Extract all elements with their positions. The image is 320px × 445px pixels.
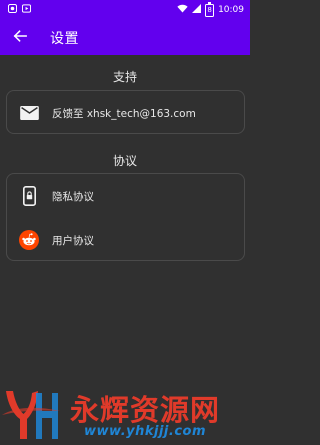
status-bar: 8 10:09 [0, 0, 250, 20]
phone-lock-icon [19, 186, 39, 206]
status-right-icons: 8 10:09 [177, 1, 244, 17]
arrow-left-icon [13, 28, 27, 47]
wifi-icon [177, 4, 188, 16]
mail-icon [19, 103, 39, 123]
play-icon [21, 4, 32, 16]
back-button[interactable] [2, 20, 38, 55]
status-time: 10:09 [218, 5, 244, 15]
user-agreement-row[interactable]: 用户协议 [7, 218, 244, 262]
user-agreement-label: 用户协议 [52, 234, 94, 247]
signal-icon [192, 4, 202, 16]
section-title-agreement: 协议 [112, 154, 137, 168]
watermark-url: www.yhkjjj.com [84, 424, 207, 439]
watermark-name: 永辉资源网 [70, 393, 221, 427]
section-title-support: 支持 [112, 70, 137, 84]
privacy-row[interactable]: 隐私协议 [7, 174, 244, 218]
battery-icon: 8 [205, 1, 215, 17]
support-card: 反馈至 xhsk_tech@163.com [6, 90, 245, 134]
status-left-icons [7, 3, 32, 16]
feedback-label: 反馈至 xhsk_tech@163.com [52, 107, 196, 120]
app-bar: 设置 [0, 20, 250, 55]
watermark: 永辉资源网 www.yhkjjj.com [0, 385, 250, 445]
reddit-icon [19, 230, 39, 250]
battery-level: 8 [207, 5, 212, 14]
agreement-card: 隐私协议 用户协议 [6, 173, 245, 261]
feedback-row[interactable]: 反馈至 xhsk_tech@163.com [7, 91, 244, 135]
privacy-label: 隐私协议 [52, 190, 94, 203]
app-icon [7, 3, 18, 16]
page-title: 设置 [50, 30, 79, 47]
